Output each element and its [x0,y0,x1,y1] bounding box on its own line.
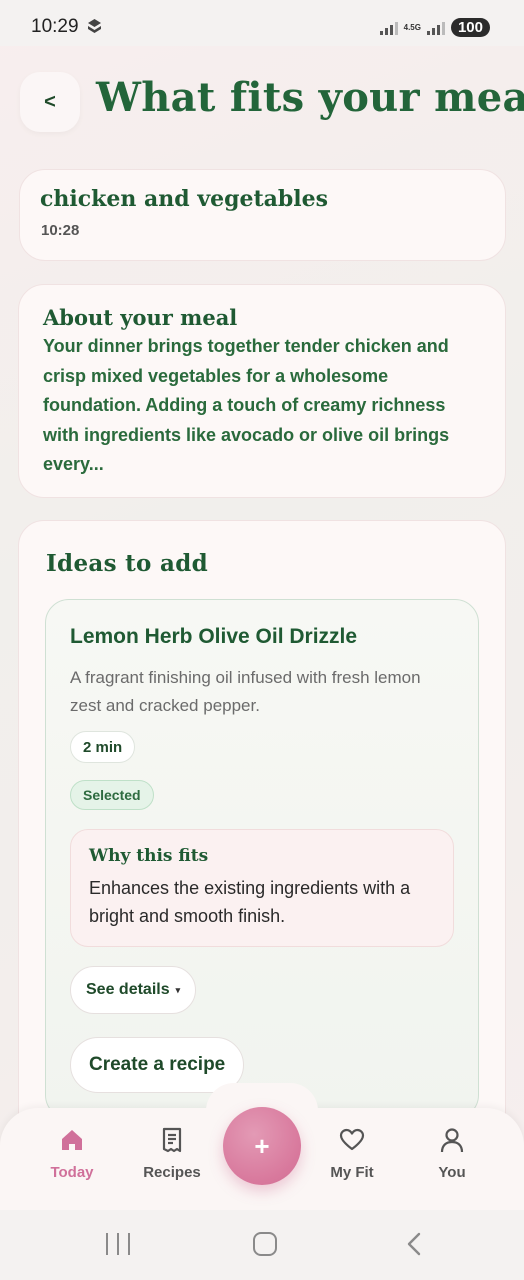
notification-icon [88,19,101,33]
meal-name: chicken and vegetables [40,186,329,212]
network-type: 4.5G [403,22,421,32]
see-details-label: See details [86,981,170,998]
status-bar: 10:29 4.5G 100 [0,0,524,46]
prep-time-badge: 2 min [70,731,136,763]
nav-item-today[interactable]: Today [32,1126,112,1181]
nav-label-you: You [438,1164,466,1181]
idea-name: Lemon Herb Olive Oil Drizzle [70,625,358,648]
why-title: Why this fits [89,846,209,866]
signal-icon-2 [426,21,445,35]
meal-time: 10:28 [41,222,80,239]
recent-apps-icon[interactable] [106,1233,130,1255]
why-text: Enhances the existing ingredients with a… [89,878,411,926]
nav-label-recipes: Recipes [143,1164,201,1181]
back-button[interactable]: < [20,72,80,132]
home-icon [62,1130,82,1150]
about-card: About your meal Your dinner brings toget… [18,284,506,498]
home-circle-icon[interactable] [253,1232,277,1256]
nav-item-you[interactable]: You [412,1126,492,1181]
caret-down-icon: ▾ [175,984,181,995]
system-nav-bar [0,1210,524,1280]
nav-item-recipes[interactable]: Recipes [132,1126,212,1181]
battery-indicator: 100 [450,18,490,37]
back-icon: < [44,90,56,113]
status-time: 10:29 [31,16,79,37]
create-recipe-button[interactable]: Create a recipe [70,1037,245,1093]
heart-icon [339,1128,365,1151]
nav-item-my-fit[interactable]: My Fit [312,1126,392,1181]
recipe-icon [162,1127,182,1153]
why-this-fits-box: Why this fits Enhances the existing ingr… [70,829,454,947]
signal-icon [379,21,398,35]
create-recipe-label: Create a recipe [89,1054,226,1075]
selected-badge: Selected [70,780,154,810]
idea-description: A fragrant finishing oil infused with fr… [70,668,421,715]
status-icons: 4.5G 100 [379,18,490,37]
page-title: What fits your meal [96,74,524,121]
add-fab-button[interactable]: + [223,1107,301,1185]
plus-icon: + [254,1130,270,1161]
idea-card[interactable]: Lemon Herb Olive Oil Drizzle A fragrant … [45,599,479,1119]
ideas-title: Ideas to add [46,550,208,577]
about-title: About your meal [43,305,238,330]
meal-card: chicken and vegetables 10:28 [19,169,506,261]
system-back-icon[interactable] [402,1230,428,1258]
person-icon [440,1128,464,1153]
about-text: Your dinner brings together tender chick… [43,336,450,474]
nav-label-today: Today [50,1164,94,1181]
see-details-button[interactable]: See details ▾ [70,966,197,1014]
nav-label-my-fit: My Fit [330,1164,374,1181]
